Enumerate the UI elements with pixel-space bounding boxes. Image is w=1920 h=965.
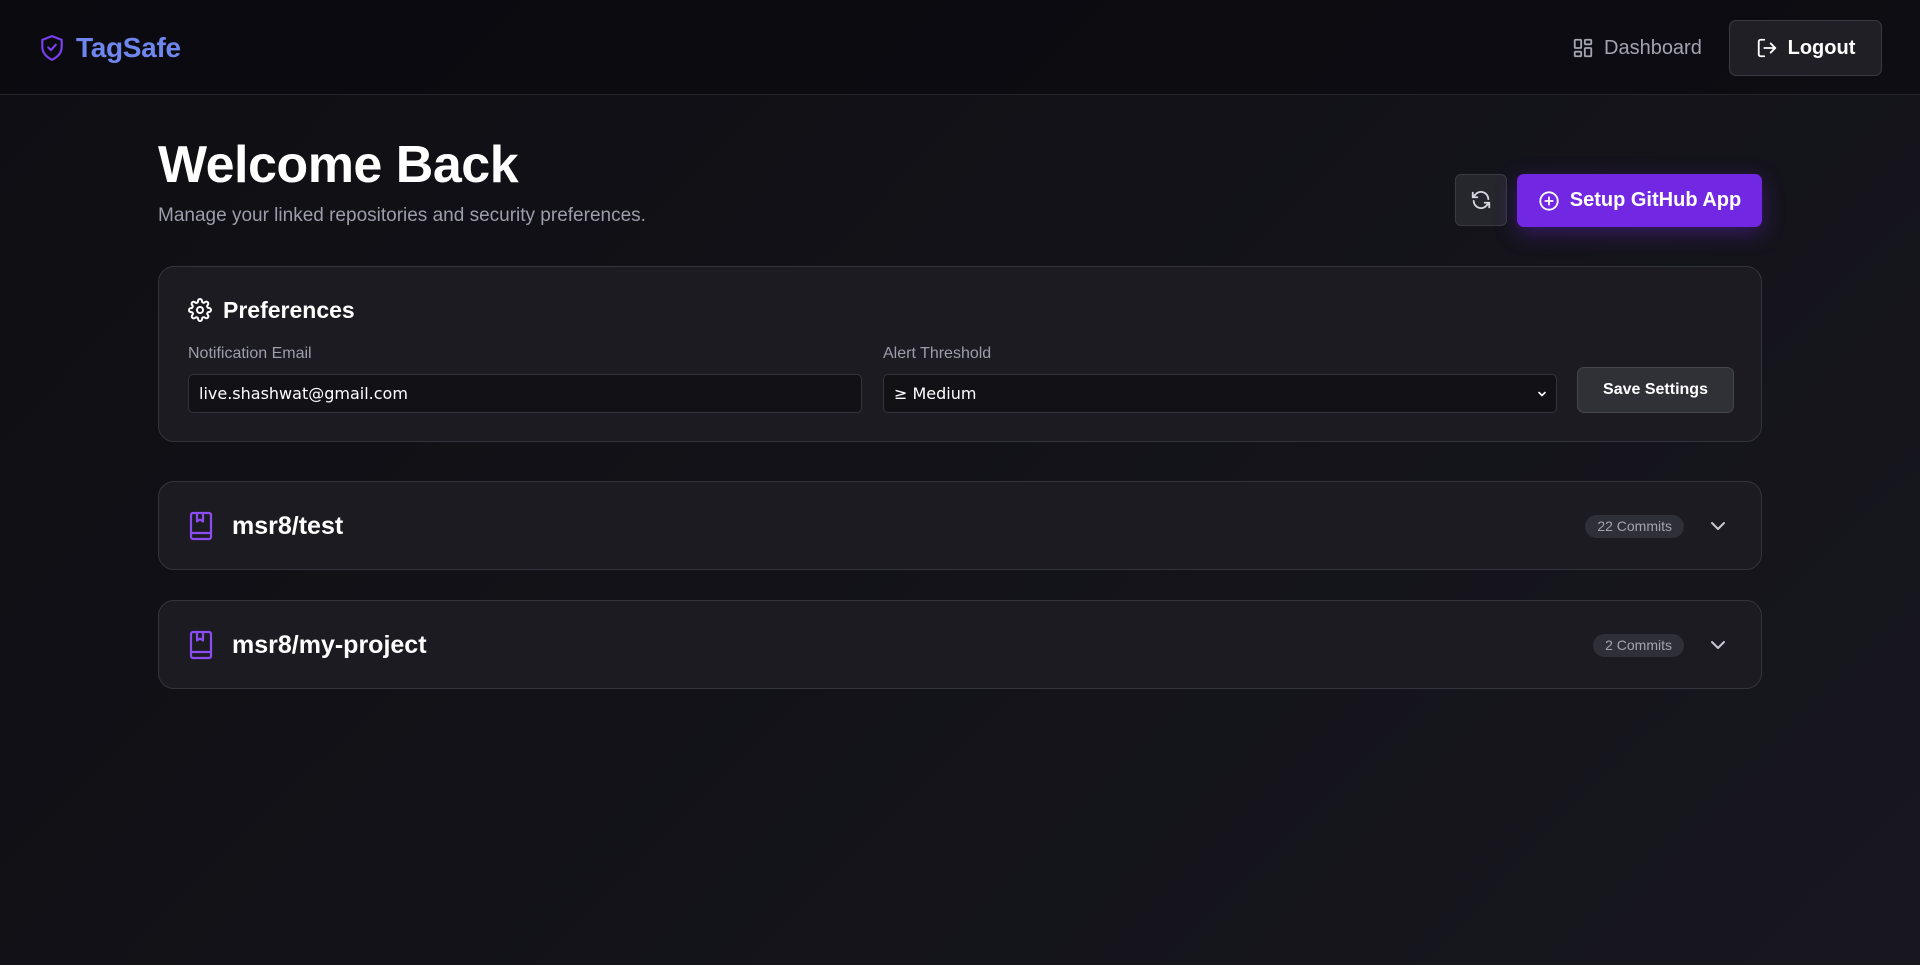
layout-grid-icon — [1573, 38, 1593, 58]
alert-threshold-select[interactable]: ≥ Medium — [883, 374, 1557, 413]
brand-logo[interactable]: TagSafe — [39, 32, 181, 64]
refresh-button[interactable] — [1455, 174, 1507, 226]
nav-dashboard-link[interactable]: Dashboard — [1572, 32, 1702, 64]
preferences-heading: Preferences — [188, 294, 355, 326]
plus-circle-icon — [1539, 190, 1559, 211]
repository-card[interactable]: msr8/test 22 Commits — [158, 481, 1762, 570]
repository-name: msr8/my-project — [232, 631, 427, 659]
preferences-card: Preferences Notification Email Alert Thr… — [158, 266, 1762, 442]
preferences-title: Preferences — [223, 296, 355, 323]
refresh-icon — [1471, 191, 1491, 209]
gear-icon — [188, 298, 212, 322]
top-navbar: TagSafe Dashboard Logout — [0, 0, 1920, 95]
shield-check-icon — [41, 35, 63, 61]
notification-email-label: Notification Email — [188, 345, 312, 362]
save-settings-button[interactable]: Save Settings — [1577, 367, 1734, 413]
chevron-down-icon[interactable] — [1708, 635, 1728, 655]
logout-icon — [1757, 38, 1776, 58]
setup-github-app-button[interactable]: Setup GitHub App — [1517, 174, 1762, 227]
chevron-down-icon[interactable] — [1708, 516, 1728, 536]
brand-name: TagSafe — [76, 32, 181, 63]
setup-github-app-label: Setup GitHub App — [1569, 189, 1742, 211]
page-subtitle: Manage your linked repositories and secu… — [158, 205, 646, 226]
notification-email-input[interactable] — [188, 374, 862, 413]
page-title: Welcome Back — [158, 136, 519, 194]
repository-book-icon — [189, 511, 213, 541]
alert-threshold-value: ≥ Medium — [894, 384, 977, 403]
repository-book-icon — [189, 630, 213, 660]
chevron-down-icon — [1538, 391, 1546, 397]
nav-dashboard-label: Dashboard — [1604, 36, 1702, 59]
commit-count-badge: 22 Commits — [1585, 515, 1684, 538]
commit-count-badge: 2 Commits — [1593, 634, 1684, 657]
repository-card[interactable]: msr8/my-project 2 Commits — [158, 600, 1762, 689]
alert-threshold-label: Alert Threshold — [883, 345, 992, 362]
repository-name: msr8/test — [232, 512, 344, 540]
logout-label: Logout — [1787, 36, 1856, 59]
logout-button[interactable]: Logout — [1729, 20, 1882, 76]
